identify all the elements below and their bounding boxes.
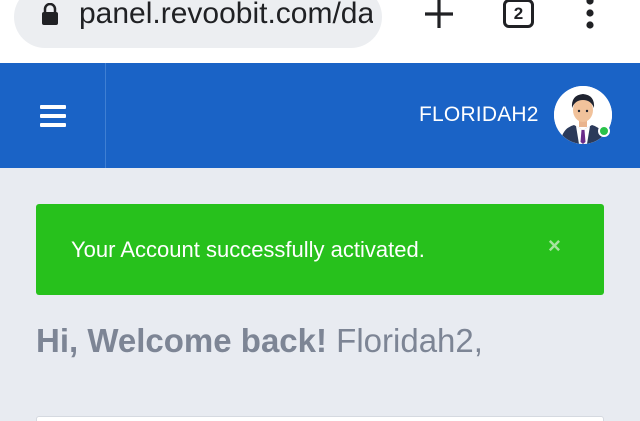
dashboard-card: [36, 416, 604, 421]
online-status-dot: [598, 125, 610, 137]
menu-toggle-button[interactable]: [0, 63, 106, 168]
url-text[interactable]: panel.revoobit.com/dasl: [79, 0, 373, 31]
welcome-greeting: Hi, Welcome back!: [36, 322, 327, 359]
hamburger-icon: [39, 104, 66, 127]
plus-icon[interactable]: [423, 0, 455, 30]
tab-count: 2: [513, 3, 524, 23]
success-alert: Your Account successfully activated. ×: [36, 204, 604, 295]
close-icon[interactable]: ×: [548, 233, 561, 259]
welcome-heading: Hi, Welcome back! Floridah2,: [36, 322, 483, 360]
username-label[interactable]: FLORIDAH2: [419, 103, 539, 127]
welcome-username: Floridah2,: [336, 322, 483, 359]
lock-icon: [42, 3, 58, 25]
browser-toolbar: panel.revoobit.com/dasl 2: [0, 0, 640, 63]
more-vert-icon[interactable]: [582, 0, 598, 30]
app-header: FLORIDAH2: [0, 63, 640, 168]
tab-switcher-button[interactable]: 2: [503, 0, 534, 28]
alert-message: Your Account successfully activated.: [71, 237, 425, 262]
